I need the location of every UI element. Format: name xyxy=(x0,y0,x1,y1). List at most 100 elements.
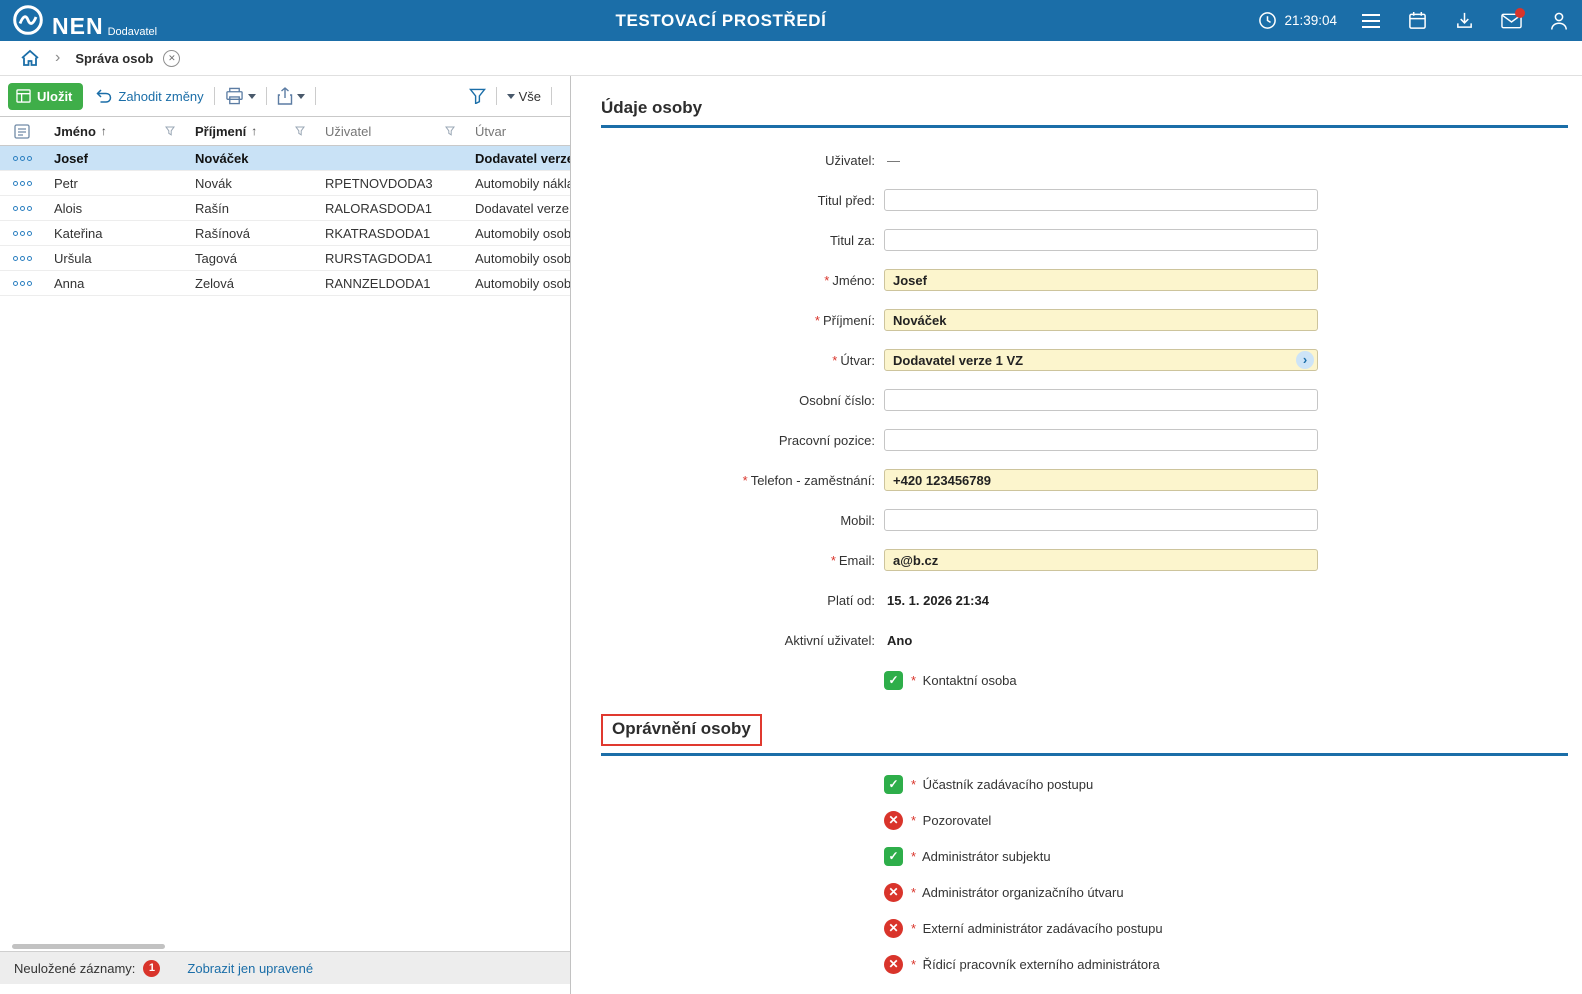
row-menu-icon xyxy=(13,181,32,186)
home-button[interactable] xyxy=(20,49,40,67)
section-divider xyxy=(601,125,1568,128)
calendar-icon xyxy=(1408,11,1427,30)
save-button[interactable]: Uložit xyxy=(8,83,83,110)
column-settings-button[interactable] xyxy=(0,124,44,139)
column-label: Jméno xyxy=(54,124,96,139)
table-cell: Automobily osob xyxy=(465,276,570,291)
permission-row: ✓* Účastník zadávacího postupu xyxy=(884,766,1568,802)
unsaved-records-label: Neuložené záznamy: xyxy=(14,961,135,976)
row-actions-button[interactable] xyxy=(0,156,44,161)
row-actions-button[interactable] xyxy=(0,256,44,261)
breadcrumb: › Správa osob ✕ xyxy=(0,41,1582,76)
table-row[interactable]: AloisRašínRALORASDODA1Dodavatel verze 1 xyxy=(0,196,570,221)
checkbox-unchecked-icon[interactable]: ✕ xyxy=(884,883,903,902)
field-input[interactable] xyxy=(884,509,1318,531)
field-label: Titul za: xyxy=(601,233,875,248)
hamburger-icon xyxy=(1361,13,1381,29)
form-row: Pracovní pozice: xyxy=(601,420,1568,460)
tab-sprava-osob[interactable]: Správa osob ✕ xyxy=(75,50,180,67)
checkbox-unchecked-icon[interactable]: ✕ xyxy=(884,919,903,938)
row-actions-button[interactable] xyxy=(0,281,44,286)
column-filter-icon[interactable] xyxy=(445,126,455,136)
form-row: Osobní číslo: xyxy=(601,380,1568,420)
column-label: Příjmení xyxy=(195,124,246,139)
checkbox-checked-icon[interactable]: ✓ xyxy=(884,671,903,690)
calendar-button[interactable] xyxy=(1394,0,1441,41)
downloads-button[interactable] xyxy=(1441,0,1488,41)
section-divider xyxy=(601,753,1568,756)
people-table-body: JosefNováčekDodavatel verzePetrNovákRPET… xyxy=(0,146,570,296)
export-button[interactable] xyxy=(277,87,305,105)
scrollbar-thumb[interactable] xyxy=(12,944,165,949)
field-input[interactable] xyxy=(884,349,1318,371)
tab-label: Správa osob xyxy=(75,51,153,66)
filter-button[interactable] xyxy=(469,88,486,104)
view-filter-dropdown[interactable]: Vše xyxy=(507,89,541,104)
field-input[interactable] xyxy=(884,429,1318,451)
field-input[interactable] xyxy=(884,389,1318,411)
table-row[interactable]: AnnaZelováRANNZELDODA1Automobily osob xyxy=(0,271,570,296)
checkbox-checked-icon[interactable]: ✓ xyxy=(884,847,903,866)
field-value: Ano xyxy=(884,633,912,648)
table-row[interactable]: KateřinaRašínováRKATRASDODA1Automobily o… xyxy=(0,221,570,246)
save-icon xyxy=(16,89,31,103)
checkbox-unchecked-icon[interactable]: ✕ xyxy=(884,811,903,830)
discard-changes-label: Zahodit změny xyxy=(118,89,203,104)
unread-badge xyxy=(1515,8,1525,18)
print-dropdown-icon[interactable] xyxy=(248,94,256,99)
table-cell: Nováček xyxy=(185,151,315,166)
export-icon xyxy=(277,87,293,105)
permission-label: * Řídicí pracovník externího administrát… xyxy=(911,957,1160,972)
field-input[interactable] xyxy=(884,549,1318,571)
toolbar-separator xyxy=(266,87,267,105)
field-input[interactable] xyxy=(884,269,1318,291)
column-header-prijmeni[interactable]: Příjmení ↑ xyxy=(185,124,315,139)
profile-button[interactable] xyxy=(1535,0,1582,41)
close-icon: ✕ xyxy=(168,53,176,64)
person-detail-panel: Údaje osoby Uživatel:—Titul před:Titul z… xyxy=(583,76,1582,994)
column-label: Uživatel xyxy=(325,124,371,139)
field-input[interactable] xyxy=(884,189,1318,211)
table-cell: Automobily nákla xyxy=(465,176,570,191)
field-input[interactable] xyxy=(884,309,1318,331)
column-header-jmeno[interactable]: Jméno ↑ xyxy=(44,124,185,139)
discard-changes-button[interactable]: Zahodit změny xyxy=(96,89,203,104)
field-input[interactable] xyxy=(884,469,1318,491)
field-control: — xyxy=(884,153,1318,168)
checkbox-checked-icon[interactable]: ✓ xyxy=(884,775,903,794)
row-menu-icon xyxy=(13,256,32,261)
export-dropdown-icon[interactable] xyxy=(297,94,305,99)
form-row: *Útvar:› xyxy=(601,340,1568,380)
field-input[interactable] xyxy=(884,229,1318,251)
current-time: 21:39:04 xyxy=(1284,13,1337,28)
required-marker: * xyxy=(911,885,916,900)
person-form: Uživatel:—Titul před:Titul za:*Jméno:*Př… xyxy=(601,140,1568,700)
column-filter-icon[interactable] xyxy=(165,126,175,136)
table-row[interactable]: PetrNovákRPETNOVDODA3Automobily nákla xyxy=(0,171,570,196)
row-actions-button[interactable] xyxy=(0,231,44,236)
required-marker: * xyxy=(911,813,916,828)
row-actions-button[interactable] xyxy=(0,181,44,186)
panel-splitter[interactable] xyxy=(571,76,583,994)
column-header-uzivatel[interactable]: Uživatel xyxy=(315,124,465,139)
breadcrumb-chevron-icon: › xyxy=(55,50,60,66)
form-row: *Email: xyxy=(601,540,1568,580)
table-row[interactable]: UršulaTagováRURSTAGDODA1Automobily osob xyxy=(0,246,570,271)
section-title-opravneni-osoby: Oprávnění osoby xyxy=(601,714,762,746)
horizontal-scrollbar[interactable] xyxy=(2,943,568,951)
menu-button[interactable] xyxy=(1347,0,1394,41)
column-header-utvar[interactable]: Útvar xyxy=(465,124,570,139)
home-logo[interactable]: NEN Dodavatel xyxy=(12,4,157,38)
messages-button[interactable] xyxy=(1488,0,1535,41)
lookup-open-button[interactable]: › xyxy=(1296,351,1314,369)
table-row[interactable]: JosefNováčekDodavatel verze xyxy=(0,146,570,171)
checkbox-unchecked-icon[interactable]: ✕ xyxy=(884,955,903,974)
sort-asc-icon: ↑ xyxy=(251,124,257,138)
checkbox-label: * Kontaktní osoba xyxy=(911,673,1017,688)
close-tab-button[interactable]: ✕ xyxy=(163,50,180,67)
row-actions-button[interactable] xyxy=(0,206,44,211)
show-modified-link[interactable]: Zobrazit jen upravené xyxy=(187,961,313,976)
print-button[interactable] xyxy=(225,87,256,105)
unsaved-count-badge: 1 xyxy=(143,960,160,977)
column-filter-icon[interactable] xyxy=(295,126,305,136)
